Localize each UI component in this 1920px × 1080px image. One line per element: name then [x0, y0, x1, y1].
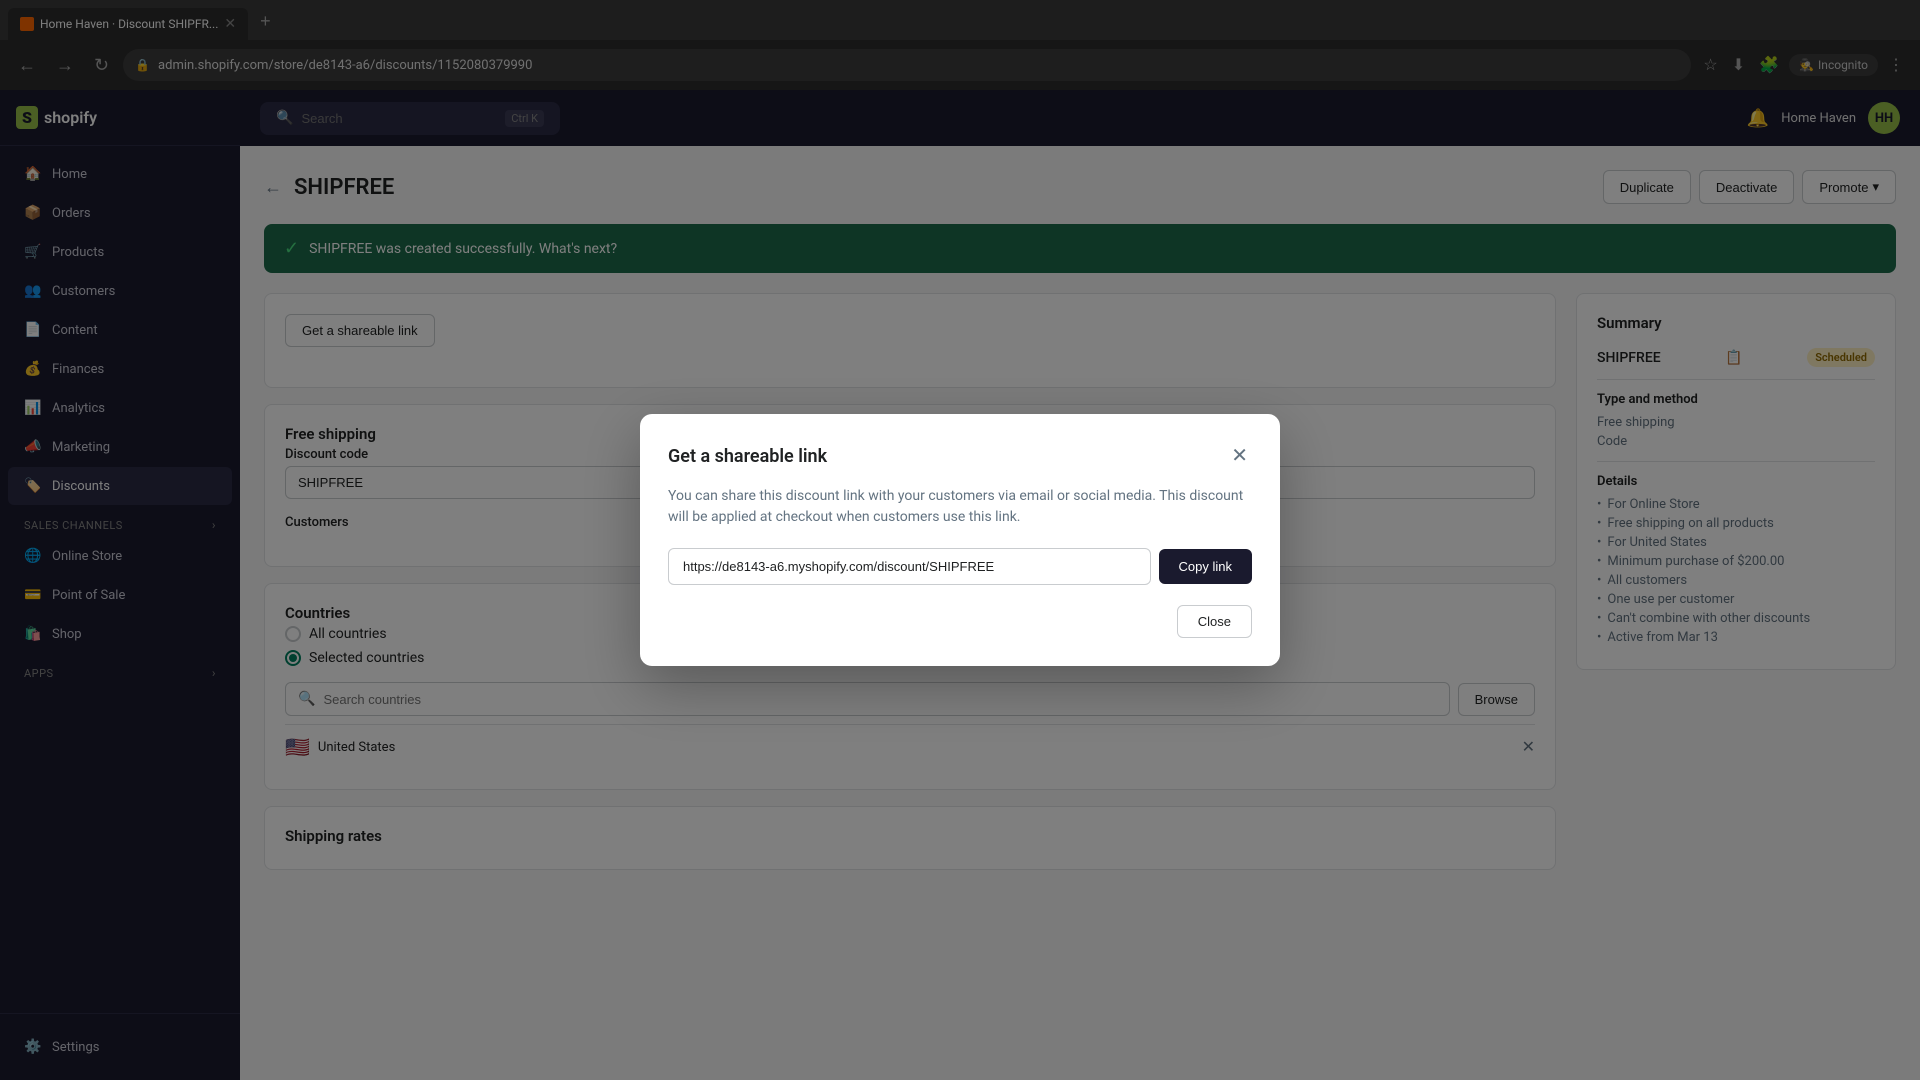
shareable-link-modal: Get a shareable link ✕ You can share thi… [640, 414, 1280, 666]
modal-close-button[interactable]: ✕ [1227, 442, 1252, 470]
copy-link-button[interactable]: Copy link [1159, 549, 1252, 584]
modal-url-row: Copy link [668, 548, 1252, 585]
modal-overlay[interactable]: Get a shareable link ✕ You can share thi… [0, 0, 1920, 1080]
modal-url-input[interactable] [668, 548, 1151, 585]
modal-body: You can share this discount link with yo… [668, 486, 1252, 585]
modal-close-footer-button[interactable]: Close [1177, 605, 1252, 638]
modal-title: Get a shareable link [668, 446, 827, 467]
modal-footer: Close [668, 605, 1252, 638]
modal-description: You can share this discount link with yo… [668, 486, 1252, 528]
modal-header: Get a shareable link ✕ [668, 442, 1252, 470]
